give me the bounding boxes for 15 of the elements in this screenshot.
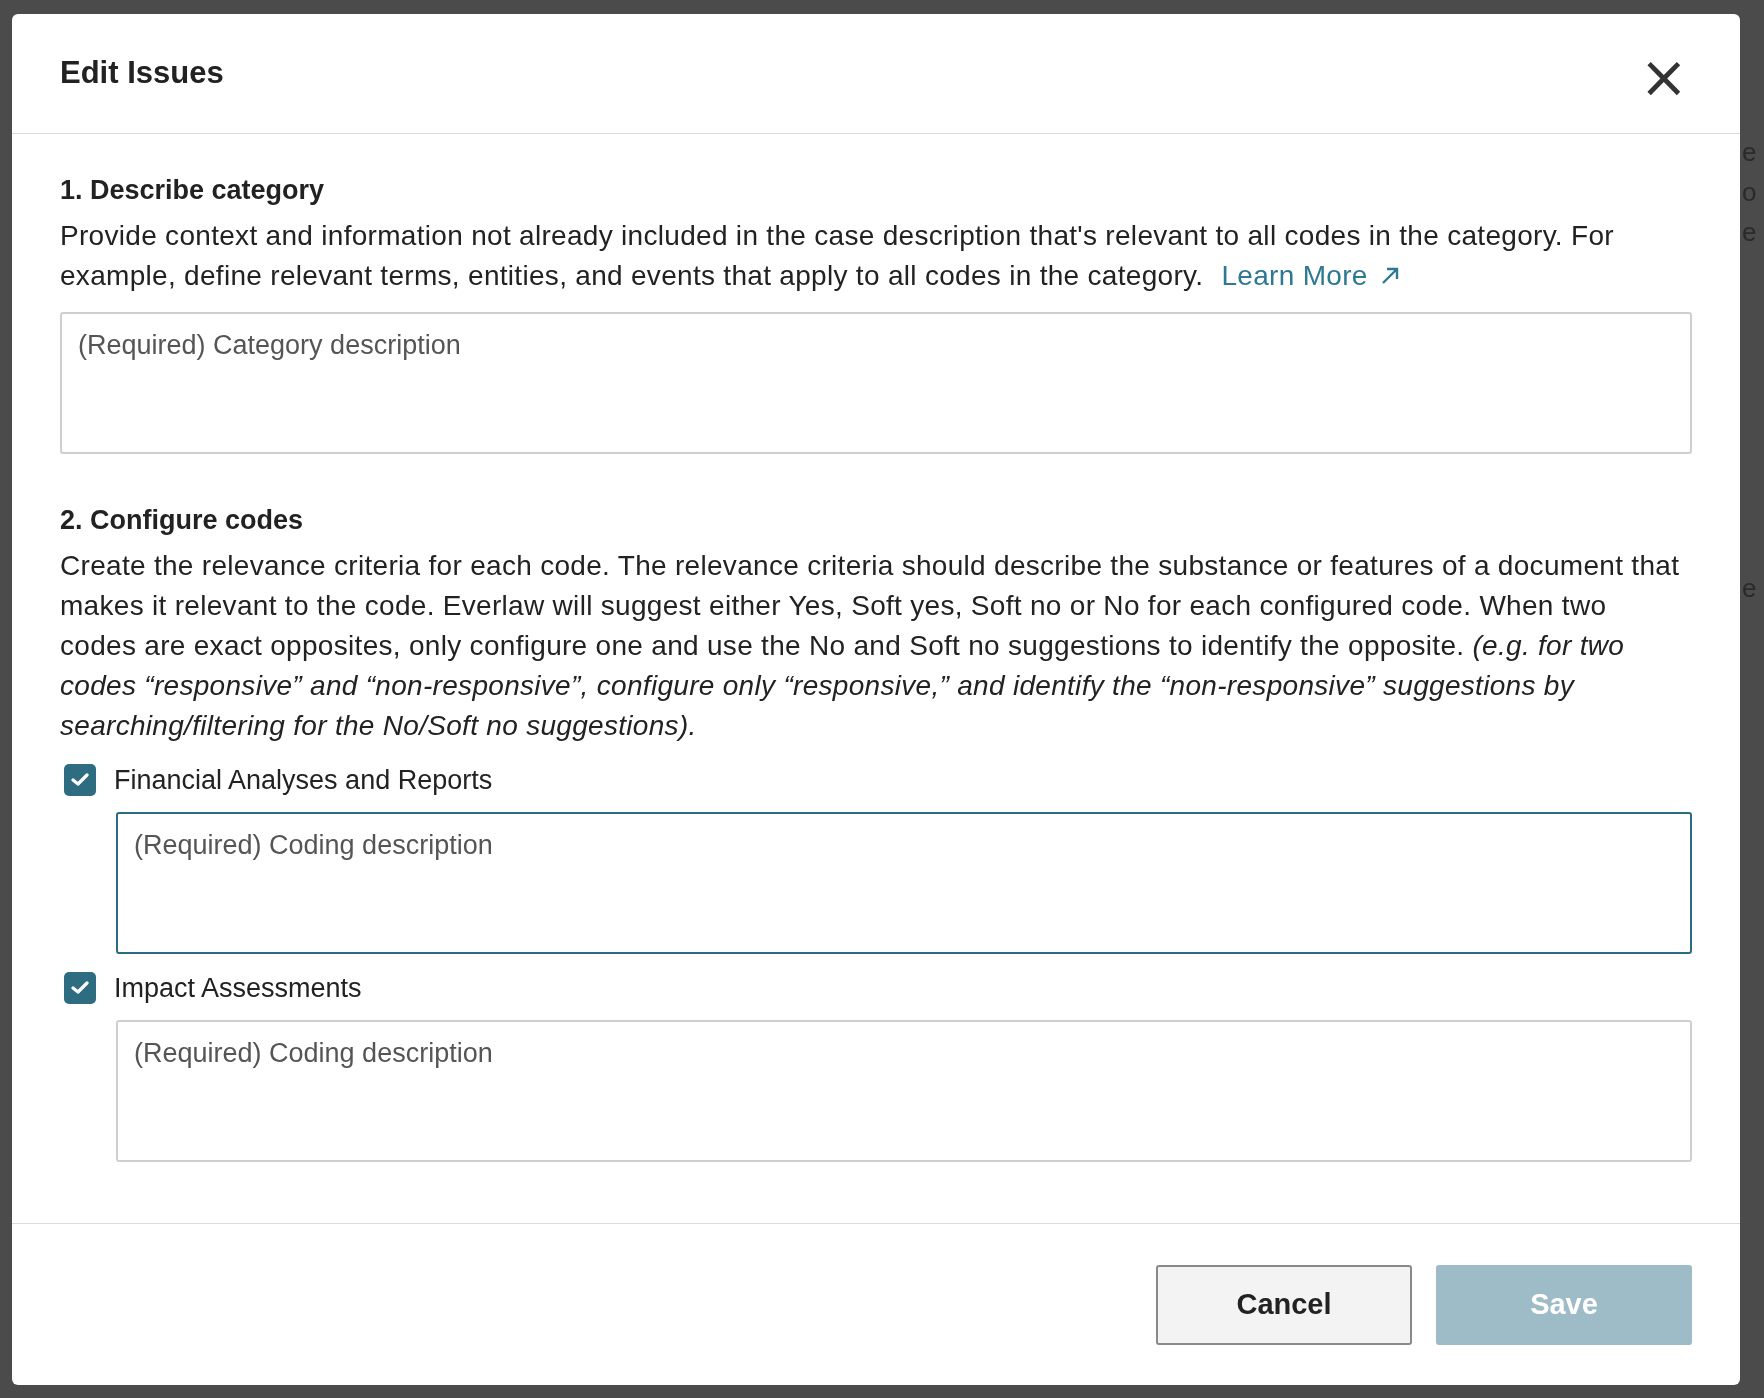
checkbox[interactable]: [64, 764, 96, 796]
learn-more-link[interactable]: Learn More: [1221, 256, 1400, 296]
check-icon: [71, 773, 89, 787]
checkbox-label: Financial Analyses and Reports: [114, 763, 493, 797]
cancel-button[interactable]: Cancel: [1156, 1264, 1412, 1345]
close-button[interactable]: ×: [1639, 47, 1688, 106]
dialog-title: Edit Issues: [60, 54, 224, 93]
section-heading: 2. Configure codes: [60, 504, 305, 537]
description-text: Create the relevance criteria for each code. The relevance criteria should describe the substance or features of a document that makes it relevant to the code. Everlaw will suggest either Yes, Soft yes, Soft no or No for each configured code. When two codes are exact opposites, only configure one and use the No and Soft no suggestions to identify the opposite. (e.g. for two codes “responsive” and “non-responsive”, configure only “responsive,” and identify the “non-responsive” suggestions by searching/filtering for the No/Soft no suggestions).: [60, 549, 1681, 743]
check-icon: [71, 981, 89, 995]
checkbox[interactable]: [64, 972, 96, 1004]
checkbox-label: Impact Assessments: [114, 971, 362, 1005]
text-field[interactable]: (Required) Coding description: [116, 812, 1692, 954]
description-text: Provide context and information not already included in the case description that's relevant to all codes in the category. For example, define relevant terms, entities, and events that apply to all codes in the category. Learn More: [60, 216, 1692, 296]
section-heading: 1. Describe category: [60, 174, 326, 207]
